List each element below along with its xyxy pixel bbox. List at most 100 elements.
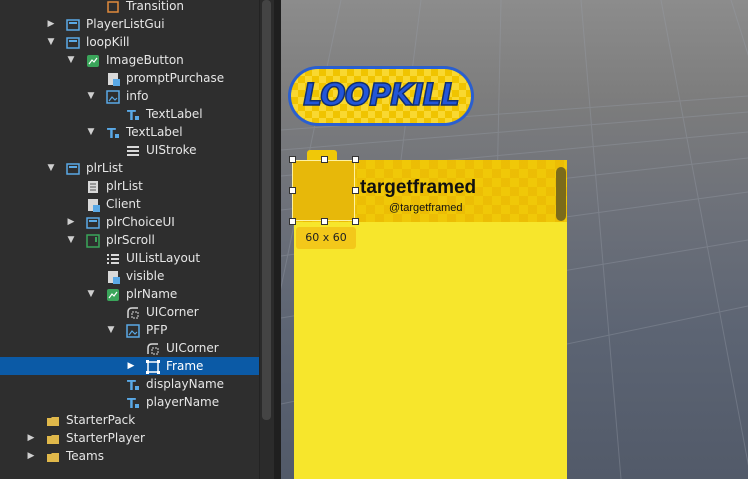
resize-handle-bottom-right[interactable] xyxy=(352,218,359,225)
explorer-item-label: Transition xyxy=(126,0,185,13)
expand-arrow-icon[interactable]: ▶ xyxy=(46,15,56,33)
textlabel-icon: T xyxy=(126,377,140,394)
collapse-arrow-icon[interactable]: ▼ xyxy=(46,159,56,177)
screengui-icon xyxy=(66,161,80,175)
imagelabel-icon xyxy=(126,323,140,338)
expand-arrow-icon[interactable]: ▶ xyxy=(66,213,76,231)
resize-handle-bottom[interactable] xyxy=(321,218,328,225)
textlabel-icon: T xyxy=(126,107,140,124)
explorer-item-label: ImageButton xyxy=(106,53,184,67)
explorer-item-transition[interactable]: Transition xyxy=(0,0,259,15)
explorer-item-label: StarterPlayer xyxy=(66,431,145,445)
explorer-item-pfp[interactable]: ▼ PFP xyxy=(0,321,259,339)
svg-text:T: T xyxy=(107,127,116,140)
explorer-item-label: plrList xyxy=(106,179,143,193)
viewport-3d[interactable]: LOOPKILL 60 x 60 targetframed @targetfra… xyxy=(281,0,748,479)
resize-handle-bottom-left[interactable] xyxy=(289,218,296,225)
collapse-arrow-icon[interactable]: ▼ xyxy=(106,321,116,339)
explorer-item-label: UIListLayout xyxy=(126,251,201,265)
explorer-scrollbar-thumb[interactable] xyxy=(262,0,271,420)
explorer-item-playerlistgui[interactable]: ▶ PlayerListGui xyxy=(0,15,259,33)
uicorner-icon xyxy=(126,305,140,319)
resize-handle-top-right[interactable] xyxy=(352,156,359,163)
uistroke-icon xyxy=(126,143,140,157)
explorer-item-label: UICorner xyxy=(166,341,219,355)
uilistlayout-icon xyxy=(106,251,120,265)
explorer-item-teams[interactable]: ▶ Teams xyxy=(0,447,259,465)
explorer-item-plrname[interactable]: ▼ plrName xyxy=(0,285,259,303)
textlabel-icon: T xyxy=(126,395,140,412)
explorer-item-client[interactable]: Client xyxy=(0,195,259,213)
explorer-item-label: playerName xyxy=(146,395,220,409)
explorer-item-label: StarterPack xyxy=(66,413,136,427)
collapse-arrow-icon[interactable]: ▼ xyxy=(66,231,76,249)
explorer-item-starterplayer[interactable]: ▶ StarterPlayer xyxy=(0,429,259,447)
folder-icon xyxy=(46,431,60,445)
explorer-item-label: UIStroke xyxy=(146,143,197,157)
expand-arrow-icon[interactable]: ▶ xyxy=(126,357,136,375)
explorer-item-playername[interactable]: TplayerName xyxy=(0,393,259,412)
collapse-arrow-icon[interactable]: ▼ xyxy=(86,123,96,141)
explorer-item-uicorner[interactable]: UICorner xyxy=(0,303,259,321)
explorer-item-label: TextLabel xyxy=(126,125,183,139)
explorer-item-label: visible xyxy=(126,269,165,283)
explorer-item-promptpurchase[interactable]: promptPurchase xyxy=(0,69,259,87)
resize-handle-top[interactable] xyxy=(321,156,328,163)
scrollingframe-icon xyxy=(86,233,100,248)
explorer-item-label: UICorner xyxy=(146,305,199,319)
collapse-arrow-icon[interactable]: ▼ xyxy=(46,33,56,51)
explorer-item-label: displayName xyxy=(146,377,225,391)
collapse-arrow-icon[interactable]: ▼ xyxy=(66,51,76,69)
script-icon xyxy=(86,179,100,193)
explorer-item-loopkill[interactable]: ▼ loopKill xyxy=(0,33,259,51)
explorer-panel: Transition ▶ PlayerListGui ▼ loopKill ▼ ImageB… xyxy=(0,0,259,479)
collapse-arrow-icon[interactable]: ▼ xyxy=(86,87,96,105)
explorer-item-starterpack[interactable]: StarterPack xyxy=(0,411,259,429)
explorer-item-label: PlayerListGui xyxy=(86,17,165,31)
explorer-item-label: Client xyxy=(106,197,141,211)
explorer-item-label: info xyxy=(126,89,149,103)
explorer-item-displayname[interactable]: TdisplayName xyxy=(0,375,259,394)
resize-handle-top-left[interactable] xyxy=(289,156,296,163)
player-name-text: @targetframed xyxy=(389,202,463,214)
collapse-arrow-icon[interactable]: ▼ xyxy=(86,285,96,303)
panel-divider[interactable] xyxy=(274,0,281,479)
explorer-item-frame[interactable]: ▶ Frame xyxy=(0,357,259,375)
resize-handle-right[interactable] xyxy=(352,187,359,194)
explorer-item-textlabel[interactable]: T TextLabel xyxy=(0,105,259,124)
svg-text:T: T xyxy=(127,397,136,410)
explorer-item-label: Teams xyxy=(66,449,104,463)
explorer-item-label: plrList xyxy=(86,161,123,175)
explorer-item-plrlist[interactable]: plrList xyxy=(0,177,259,195)
svg-text:T: T xyxy=(127,109,136,122)
explorer-item-uistroke[interactable]: UIStroke xyxy=(0,141,259,159)
resize-handle-left[interactable] xyxy=(289,187,296,194)
explorer-item-plrscroll[interactable]: ▼ plrScroll xyxy=(0,231,259,249)
uicorner-icon xyxy=(146,341,160,355)
imagebutton-icon xyxy=(86,53,100,67)
explorer-item-textlabel[interactable]: ▼ T TextLabel xyxy=(0,123,259,142)
explorer-item-label: loopKill xyxy=(86,35,130,49)
explorer-item-plrlist[interactable]: ▼ plrList xyxy=(0,159,259,177)
loopkill-button-label: LOOPKILL xyxy=(302,77,460,114)
explorer-item-label: promptPurchase xyxy=(126,71,225,85)
explorer-item-imagebutton[interactable]: ▼ ImageButton xyxy=(0,51,259,69)
explorer-item-plrchoiceui[interactable]: ▶ plrChoiceUI xyxy=(0,213,259,231)
expand-arrow-icon[interactable]: ▶ xyxy=(26,429,36,447)
localscript-icon xyxy=(106,71,120,86)
imagelabel-icon xyxy=(106,89,120,104)
expand-arrow-icon[interactable]: ▶ xyxy=(26,447,36,465)
frame-icon xyxy=(146,359,160,374)
explorer-item-visible[interactable]: visible xyxy=(0,267,259,285)
svg-text:T: T xyxy=(127,379,136,392)
explorer-item-uicorner[interactable]: UICorner xyxy=(0,339,259,357)
screengui-icon xyxy=(66,17,80,31)
selected-frame[interactable] xyxy=(292,160,355,221)
loopkill-button[interactable]: LOOPKILL xyxy=(288,66,474,126)
screengui-icon xyxy=(86,215,100,229)
player-list-scrollbar[interactable] xyxy=(556,167,566,221)
localscript-icon xyxy=(86,197,100,212)
explorer-item-info[interactable]: ▼ info xyxy=(0,87,259,105)
explorer-item-label: plrScroll xyxy=(106,233,155,247)
explorer-item-uilistlayout[interactable]: UIListLayout xyxy=(0,249,259,267)
